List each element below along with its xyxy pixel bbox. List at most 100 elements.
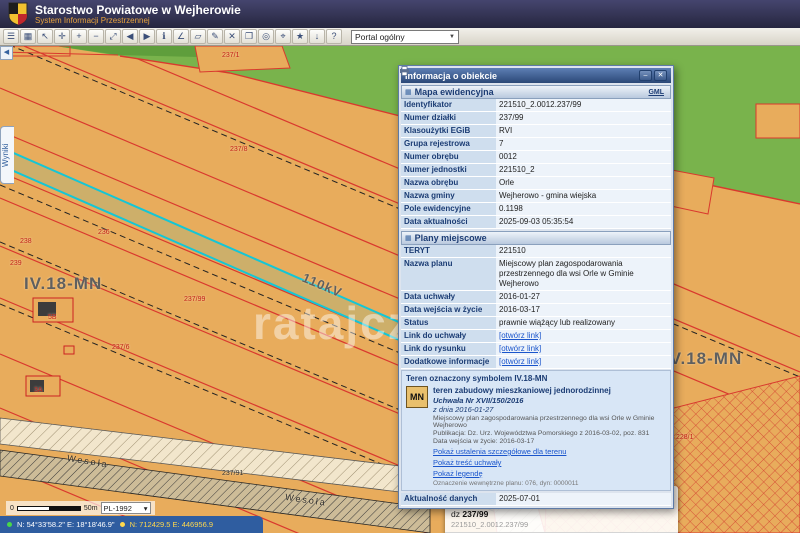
info-row: Link do uchwały[otwórz link] <box>401 330 671 343</box>
row-label: Numer działki <box>401 112 496 124</box>
open-link[interactable]: [otwórz link] <box>496 343 671 355</box>
zone-label: IV.18-MN <box>24 274 102 294</box>
help-icon[interactable]: ? <box>326 29 342 44</box>
zone-footer: Oznaczenie wewnętrzne planu: 076, dyn: 0… <box>433 480 666 487</box>
identify-icon[interactable]: ℹ <box>156 29 172 44</box>
row-value: 221510_2.0012.237/99 <box>496 99 671 111</box>
pan-icon[interactable]: ✛ <box>54 29 70 44</box>
open-link[interactable]: [otwórz link] <box>496 356 671 368</box>
geo-marker-icon <box>7 522 12 527</box>
draw-icon[interactable]: ✎ <box>207 29 223 44</box>
print-icon[interactable]: ❐ <box>241 29 257 44</box>
zone-resolution-date: z dnia 2016-01-27 <box>433 405 666 414</box>
search-icon[interactable]: ◎ <box>258 29 274 44</box>
coat-of-arms <box>8 2 28 26</box>
info-row: Numer działki237/99 <box>401 112 671 125</box>
row-value: 221510 <box>496 245 671 257</box>
zoom-out-icon[interactable]: − <box>88 29 104 44</box>
parcel-number-label: 236 <box>98 229 110 236</box>
parcel-number-label: 228/1 <box>676 434 694 441</box>
info-row: Data wejścia w życie2016-03-17 <box>401 304 671 317</box>
zone-effective-date: Data wejścia w życie: 2016-03-17 <box>433 438 666 445</box>
printer-icon[interactable] <box>399 66 410 76</box>
zone-link[interactable]: Pokaż ustalenia szczegółowe dla terenu <box>433 447 666 456</box>
parcel-number-label: 237/1 <box>222 52 240 59</box>
cadastral-rows: Identyfikator221510_2.0012.237/99Numer d… <box>401 99 671 229</box>
info-popup: Informacja o obiekcie – ✕ ▦ Mapa ewidenc… <box>398 65 674 509</box>
measure-area-icon[interactable]: ▱ <box>190 29 206 44</box>
app-subtitle: System Informacji Przestrzennej <box>35 16 241 25</box>
scale-bar-graphic <box>17 506 81 511</box>
row-label: Data aktualności <box>401 216 496 228</box>
zoom-extent-icon[interactable]: ⤢ <box>105 29 121 44</box>
minimize-button[interactable]: – <box>639 70 652 81</box>
row-value: Wejherowo - gmina wiejska <box>496 190 671 202</box>
chevron-down-icon: ▼ <box>449 34 455 40</box>
close-icon[interactable]: ✕ <box>654 70 667 81</box>
section-plans-header[interactable]: ▦ Plany miejscowe <box>401 231 671 245</box>
sidebar-collapse-button[interactable]: ◀ <box>0 46 13 60</box>
scale-zero: 0 <box>10 505 14 512</box>
toolbar: ☰▦↖✛+−⤢◀▶ℹ∠▱✎✕❐◎⌖★↓? Portal ogólny ▼ <box>0 28 800 46</box>
crs-select[interactable]: PL-1992 ▾ <box>101 502 151 514</box>
portal-select[interactable]: Portal ogólny ▼ <box>351 30 459 44</box>
app-header: Starostwo Powiatowe w Wejherowie System … <box>0 0 800 28</box>
scale-label: 50m <box>84 505 98 512</box>
coordinates-icon[interactable]: ⌖ <box>275 29 291 44</box>
parcel-number-label: 239 <box>10 260 22 267</box>
zone-links: Pokaż ustalenia szczegółowe dla terenu Po… <box>433 447 666 478</box>
select-arrow-icon[interactable]: ↖ <box>37 29 53 44</box>
info-row: Grupa rejestrowa7 <box>401 138 671 151</box>
zone-link[interactable]: Pokaż legendę <box>433 469 666 478</box>
portal-select-value: Portal ogólny <box>355 32 405 42</box>
projected-marker-icon <box>120 522 125 527</box>
app-window: Starostwo Powiatowe w Wejherowie System … <box>0 0 800 533</box>
row-value: 237/99 <box>496 112 671 124</box>
popup-titlebar[interactable]: Informacja o obiekcie – ✕ <box>401 68 671 83</box>
erase-icon[interactable]: ✕ <box>224 29 240 44</box>
zone-resolution: Uchwała Nr XVII/150/2016 <box>433 396 666 405</box>
zone-publication: Publikacja: Dz. Urz. Województwa Pomorsk… <box>433 430 666 437</box>
coordinates-bar: N: 54°33'58.2" E: 18°18'46.9" N: 712429.… <box>0 516 263 533</box>
info-row: Nazwa obrębuOrle <box>401 177 671 190</box>
info-row: Identyfikator221510_2.0012.237/99 <box>401 99 671 112</box>
chevron-down-icon: ▾ <box>144 504 148 513</box>
row-label: Nazwa gminy <box>401 190 496 202</box>
download-icon[interactable]: ↓ <box>309 29 325 44</box>
parcel-number-label: 3A <box>34 387 43 394</box>
next-view-icon[interactable]: ▶ <box>139 29 155 44</box>
row-label: Numer obrębu <box>401 151 496 163</box>
info-row: Link do rysunku[otwórz link] <box>401 343 671 356</box>
parcel-number-label: 5B <box>48 314 57 321</box>
toolbar-icons: ☰▦↖✛+−⤢◀▶ℹ∠▱✎✕❐◎⌖★↓? <box>3 29 342 44</box>
zone-link[interactable]: Pokaż treść uchwały <box>433 458 666 467</box>
row-value: Orle <box>496 177 671 189</box>
parcel-number-label: 237/99 <box>184 296 205 303</box>
map-canvas[interactable]: IV.18-MNIV.18-MN110kVIV.0WesołaWesoła237… <box>0 46 800 533</box>
row-value: 2016-03-17 <box>496 304 671 316</box>
zoom-in-icon[interactable]: + <box>71 29 87 44</box>
app-title: Starostwo Powiatowe w Wejherowie <box>35 4 241 16</box>
row-label: Data wejścia w życie <box>401 304 496 316</box>
gml-export-link[interactable]: GML <box>648 89 664 96</box>
row-value: 221510_2 <box>496 164 671 176</box>
open-link[interactable]: [otwórz link] <box>496 330 671 342</box>
zone-label: IV.18-MN <box>664 349 742 369</box>
info-row: Nazwa planuMiejscowy plan zagospodarowan… <box>401 258 671 291</box>
info-row: Numer obrębu0012 <box>401 151 671 164</box>
menu-icon[interactable]: ☰ <box>3 29 19 44</box>
info-row: TERYT221510 <box>401 245 671 258</box>
zone-info-panel: Teren oznaczony symbolem IV.18-MN MN ter… <box>401 370 671 491</box>
measure-length-icon[interactable]: ∠ <box>173 29 189 44</box>
previous-view-icon[interactable]: ◀ <box>122 29 138 44</box>
layer-icon: ▦ <box>405 234 412 242</box>
actuality-row: Aktualność danych 2025-07-01 <box>401 493 671 506</box>
results-tab[interactable]: Wyniki <box>0 126 14 184</box>
bookmark-icon[interactable]: ★ <box>292 29 308 44</box>
row-label: TERYT <box>401 245 496 257</box>
zone-header: Teren oznaczony symbolem IV.18-MN <box>406 374 666 383</box>
row-label: Pole ewidencyjne <box>401 203 496 215</box>
row-label: Data uchwały <box>401 291 496 303</box>
section-cadastral-header[interactable]: ▦ Mapa ewidencyjna GML <box>401 85 671 99</box>
layers-icon[interactable]: ▦ <box>20 29 36 44</box>
